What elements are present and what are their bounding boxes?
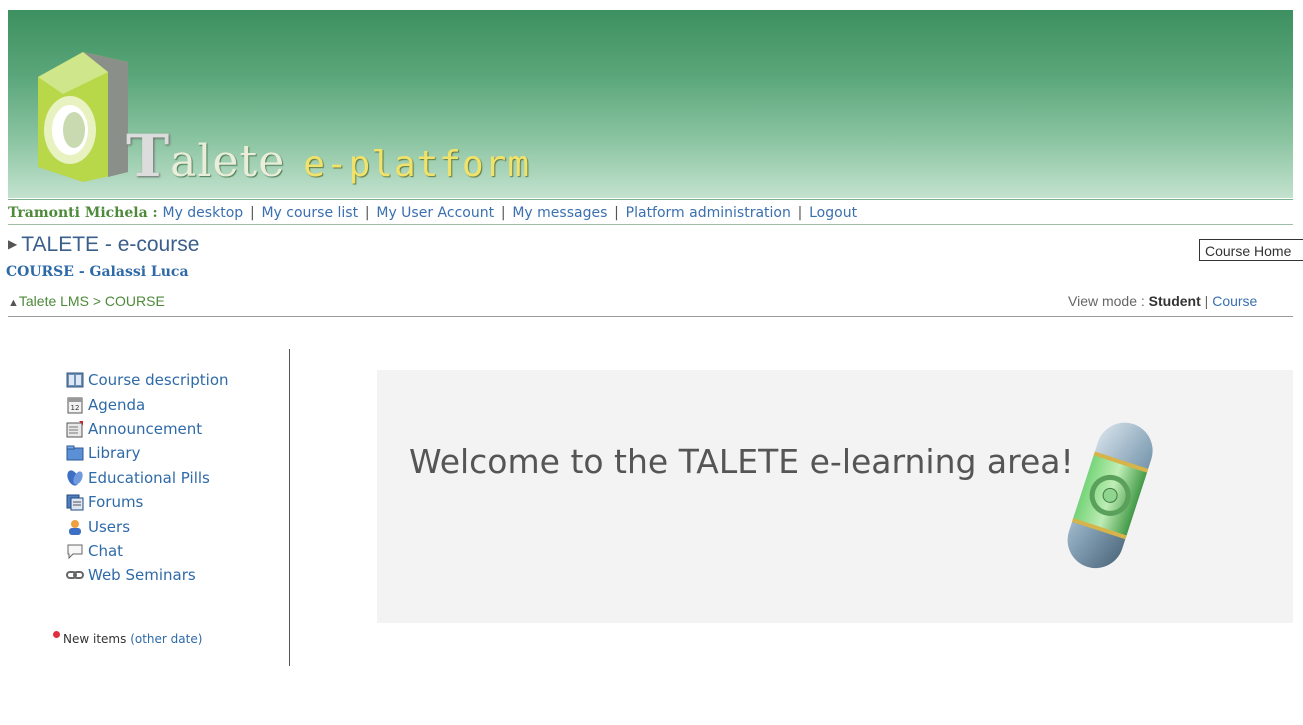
- menu-label: Educational Pills: [88, 468, 210, 487]
- calendar-icon: 12: [67, 397, 83, 414]
- announcement-icon: [66, 420, 83, 438]
- menu-label: Course description: [88, 371, 229, 390]
- vertical-divider: [289, 349, 290, 666]
- nav-my-desktop[interactable]: My desktop: [162, 205, 243, 221]
- menu-label: Chat: [88, 541, 124, 560]
- user-navbar: Tramonti Michela : My desktop | My cours…: [8, 199, 1293, 225]
- menu-label: Announcement: [88, 419, 203, 438]
- nav-separator: |: [500, 205, 506, 221]
- brand-logo-text: Talete e-platform: [126, 122, 530, 190]
- course-tools-menu: Course description 12 Agenda Announcemen…: [66, 368, 229, 588]
- course-subtitle: COURSE - Galassi Luca: [6, 264, 189, 280]
- welcome-message: Welcome to the TALETE e-learning area!: [409, 442, 1074, 481]
- nav-separator: |: [364, 205, 370, 221]
- menu-item-agenda[interactable]: 12 Agenda: [66, 392, 229, 416]
- view-mode-separator: |: [1204, 293, 1209, 309]
- breadcrumb-root[interactable]: Talete LMS: [19, 293, 89, 309]
- menu-item-forums[interactable]: Forums: [66, 490, 229, 514]
- folder-icon: [66, 445, 84, 461]
- menu-item-library[interactable]: Library: [66, 441, 229, 465]
- new-item-dot-icon: [53, 631, 60, 638]
- menu-item-announcement[interactable]: Announcement: [66, 417, 229, 441]
- nav-logout[interactable]: Logout: [809, 205, 857, 221]
- educational-pill-illustration-icon: [1067, 422, 1153, 569]
- brand-suffix: e-platform: [303, 144, 530, 185]
- menu-label: Agenda: [88, 395, 146, 414]
- welcome-panel: Welcome to the TALETE e-learning area!: [377, 370, 1293, 623]
- legend-text: New items: [63, 632, 127, 646]
- divider: [8, 316, 1293, 317]
- course-title: ▶ TALETE - e-course: [8, 233, 199, 257]
- legend-other-date-link[interactable]: (other date): [130, 632, 202, 646]
- brand-name: alete: [170, 136, 286, 187]
- user-name: Tramonti Michela :: [8, 205, 158, 221]
- nav-platform-administration[interactable]: Platform administration: [626, 205, 791, 221]
- menu-label: Forums: [88, 493, 144, 512]
- view-mode-label: View mode :: [1068, 293, 1145, 309]
- menu-item-course-description[interactable]: Course description: [66, 368, 229, 392]
- course-description-icon: [66, 372, 84, 388]
- header-banner: Talete e-platform: [8, 10, 1293, 198]
- menu-label: Users: [88, 517, 131, 536]
- link-icon: [66, 571, 84, 580]
- view-mode-active: Student: [1148, 293, 1201, 309]
- users-icon: [69, 519, 81, 535]
- triangle-right-icon: ▶: [8, 237, 18, 251]
- breadcrumb: ▲Talete LMS > COURSE: [8, 293, 165, 309]
- brand-letter: T: [126, 122, 171, 190]
- menu-item-users[interactable]: Users: [66, 514, 229, 538]
- menu-item-web-seminars[interactable]: Web Seminars: [66, 563, 229, 587]
- menu-label: Library: [88, 444, 141, 463]
- course-title-text: TALETE - e-course: [21, 233, 200, 256]
- menu-label: Web Seminars: [88, 566, 196, 585]
- menu-item-educational-pills[interactable]: Educational Pills: [66, 466, 229, 490]
- home-icon: ▲: [8, 297, 19, 309]
- course-home-button[interactable]: Course Home: [1199, 239, 1303, 261]
- nav-my-messages[interactable]: My messages: [512, 205, 607, 221]
- view-mode: View mode : Student | Course: [1068, 293, 1257, 309]
- menu-item-chat[interactable]: Chat: [66, 539, 229, 563]
- view-mode-course-link[interactable]: Course: [1212, 293, 1257, 309]
- pill-icon: [67, 470, 83, 486]
- breadcrumb-current[interactable]: COURSE: [105, 293, 165, 309]
- new-items-legend: New items (other date): [53, 631, 202, 646]
- svg-text:12: 12: [71, 404, 80, 412]
- nav-my-course-list[interactable]: My course list: [261, 205, 358, 221]
- chat-icon: [67, 544, 83, 560]
- nav-separator: |: [249, 205, 255, 221]
- nav-separator: |: [797, 205, 803, 221]
- nav-separator: |: [614, 205, 619, 221]
- logo-cube-icon: [38, 52, 128, 182]
- breadcrumb-separator: >: [92, 293, 102, 309]
- nav-my-user-account[interactable]: My User Account: [376, 205, 494, 221]
- forum-icon: [66, 494, 84, 511]
